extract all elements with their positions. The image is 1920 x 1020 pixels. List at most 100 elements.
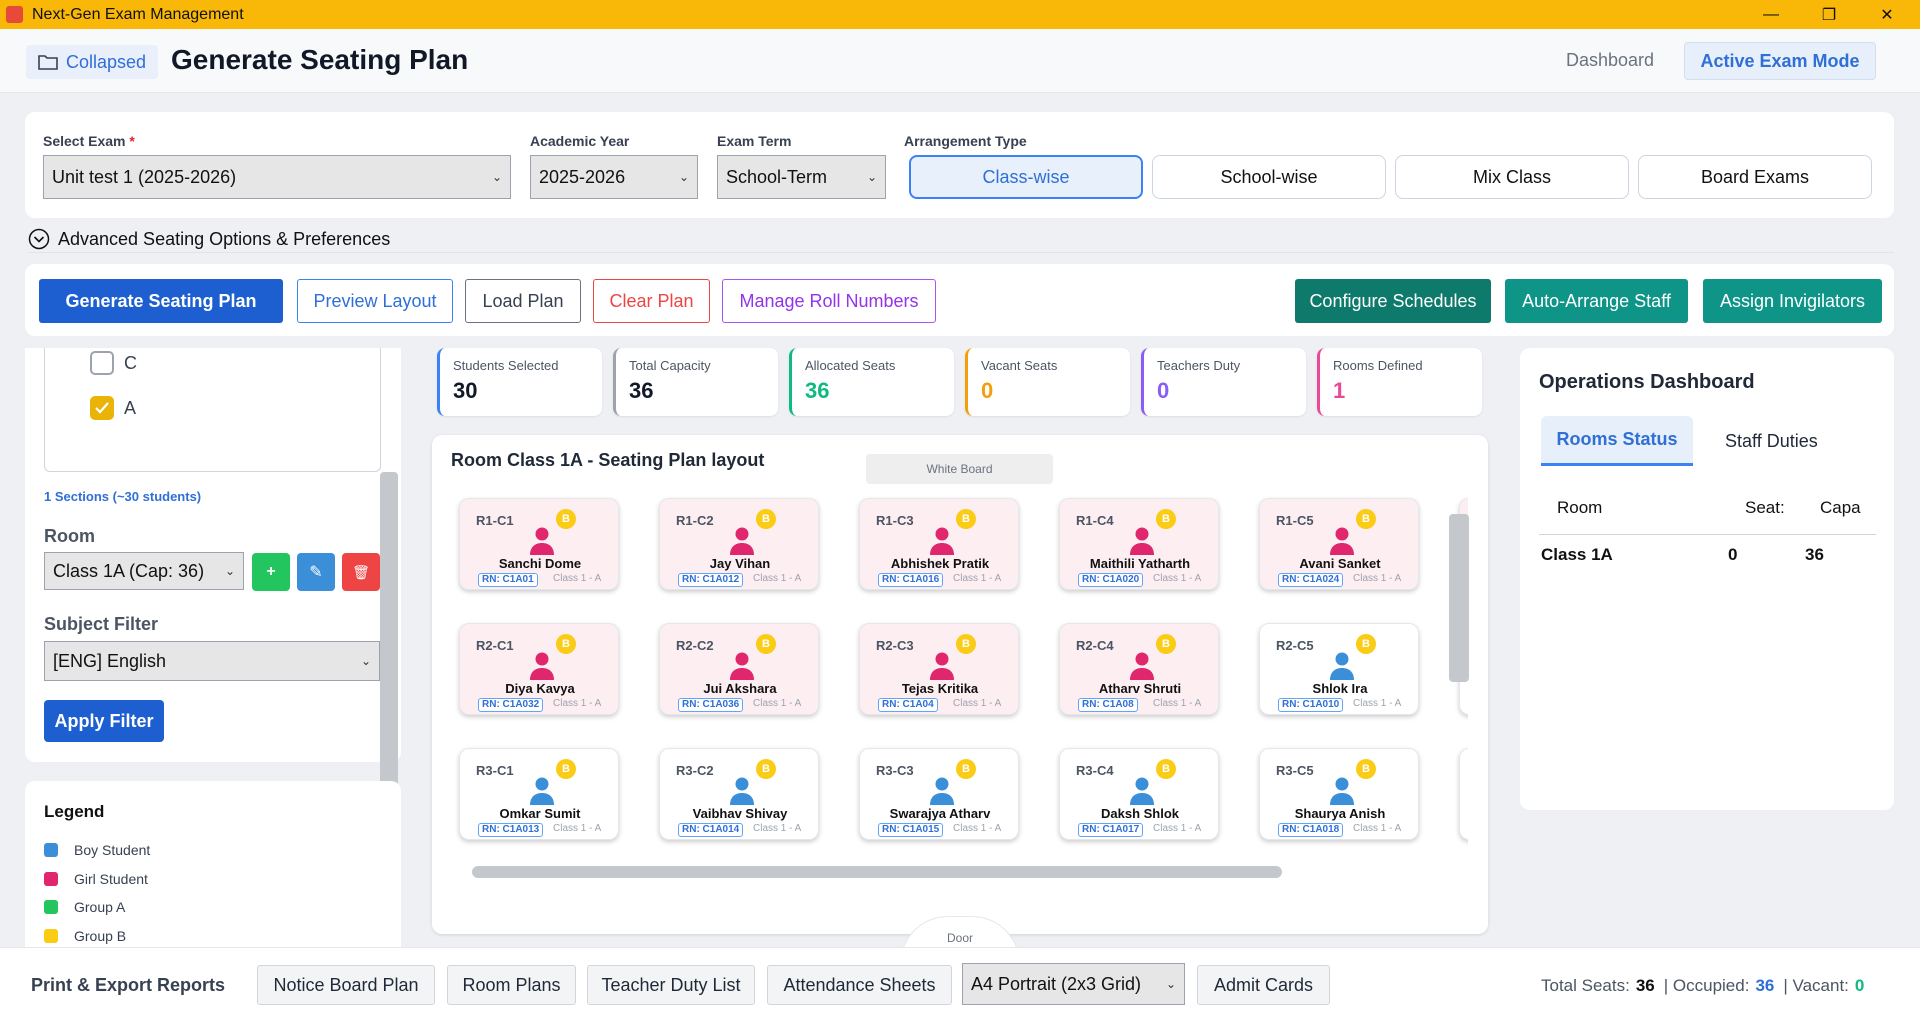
add-room-button[interactable]: + xyxy=(252,553,290,591)
girl-student-icon xyxy=(530,527,554,555)
arrangement-class-wise[interactable]: Class-wise xyxy=(909,155,1143,199)
load-plan-button[interactable]: Load Plan xyxy=(465,279,581,323)
seat-code: R1-C5 xyxy=(1276,513,1314,528)
seat-card[interactable]: R1-C5 B Avani Sanket RN: C1A024 Class 1 - A xyxy=(1259,498,1419,590)
occupied-label: | Occupied: xyxy=(1663,976,1750,995)
tab-staff-duties[interactable]: Staff Duties xyxy=(1725,431,1818,452)
close-button[interactable]: ✕ xyxy=(1858,0,1916,29)
legend-group-b: Group B xyxy=(44,928,244,944)
seat-card[interactable]: R2-C4 B Atharv Shruti RN: C1A08 Class 1 - A xyxy=(1059,623,1219,715)
student-name: Sanchi Dome xyxy=(498,556,582,571)
arrangement-school-wise[interactable]: School-wise xyxy=(1152,155,1386,199)
stat-title: Rooms Defined xyxy=(1333,358,1423,373)
student-name: Omkar Sumit xyxy=(499,806,581,821)
stat-value: 0 xyxy=(981,378,994,403)
room-plans-button[interactable]: Room Plans xyxy=(447,965,576,1005)
clear-plan-button[interactable]: Clear Plan xyxy=(593,279,710,323)
auto-arrange-staff-button[interactable]: Auto-Arrange Staff xyxy=(1505,279,1688,323)
legend-title: Legend xyxy=(44,802,105,821)
room-label: Room xyxy=(44,526,95,546)
seat-card[interactable]: R2-C3 B Tejas Kritika RN: C1A04 Class 1 - A xyxy=(859,623,1019,715)
seat-card[interactable]: R3-C2 B Vaibhav Shivay RN: C1A014 Class 1 - … xyxy=(659,748,819,840)
group-badge: B xyxy=(556,759,576,779)
page-title: Generate Seating Plan xyxy=(171,44,469,75)
group-badge: B xyxy=(756,759,776,779)
arrangement-board-exams[interactable]: Board Exams xyxy=(1638,155,1872,199)
stat-card: Students Selected 30 xyxy=(437,348,602,416)
vacant-label: | Vacant: xyxy=(1783,976,1849,995)
seat-card[interactable]: R1-C2 B Jay Vihan RN: C1A012 Class 1 - A xyxy=(659,498,819,590)
boy-student-icon xyxy=(530,777,554,805)
footer-title: Print & Export Reports xyxy=(31,975,226,995)
app-icon xyxy=(6,6,23,23)
group-badge: B xyxy=(756,509,776,529)
stat-title: Allocated Seats xyxy=(805,358,896,373)
exam-select[interactable]: Unit test 1 (2025-2026) ⌄ xyxy=(43,155,511,199)
seat-card[interactable]: R1-C4 B Maithili Yatharth RN: C1A020 Class 1… xyxy=(1059,498,1219,590)
minimize-button[interactable]: — xyxy=(1742,0,1800,29)
manage-roll-numbers-button[interactable]: Manage Roll Numbers xyxy=(722,279,936,323)
room-select[interactable]: Class 1A (Cap: 36) ⌄ xyxy=(44,552,244,590)
preview-layout-button[interactable]: Preview Layout xyxy=(297,279,453,323)
chevron-down-icon: ⌄ xyxy=(1165,977,1176,991)
section-a-checkbox[interactable] xyxy=(90,396,114,420)
group-badge: B xyxy=(956,509,976,529)
attendance-sheets-button[interactable]: Attendance Sheets xyxy=(767,965,952,1005)
nav-dashboard[interactable]: Dashboard xyxy=(1566,50,1654,71)
active-exam-mode-button[interactable]: Active Exam Mode xyxy=(1684,42,1876,80)
checkmark-icon xyxy=(95,402,109,414)
seat-card[interactable]: R3-C4 B Daksh Shlok RN: C1A017 Class 1 - A xyxy=(1059,748,1219,840)
student-class: Class 1 - A xyxy=(953,698,1002,709)
seat-card[interactable]: R2-C5 B Shlok Ira RN: C1A010 Class 1 - A xyxy=(1259,623,1419,715)
configure-schedules-button[interactable]: Configure Schedules xyxy=(1295,279,1491,323)
seat-code: R1-C3 xyxy=(876,513,914,528)
roll-number-badge: RN: C1A018 xyxy=(1278,823,1344,837)
student-name: Tejas Kritika xyxy=(901,681,979,696)
stat-value: 0 xyxy=(1157,378,1170,403)
paper-size-select[interactable]: A4 Portrait (2x3 Grid) ⌄ xyxy=(962,963,1185,1005)
section-c-label: C xyxy=(124,353,137,373)
girl-student-icon xyxy=(730,652,754,680)
tab-rooms-status[interactable]: Rooms Status xyxy=(1541,416,1693,466)
seat-card[interactable]: R3-C3 B Swarajya Atharv RN: C1A015 Class 1 -… xyxy=(859,748,1019,840)
section-c-checkbox[interactable] xyxy=(90,351,114,375)
seat-code: R2-C3 xyxy=(876,638,914,653)
legend-girl: Girl Student xyxy=(44,871,148,887)
roll-number-badge: RN: C1A04 xyxy=(878,698,938,712)
grid-horizontal-scrollbar[interactable] xyxy=(472,866,1282,878)
seat-card[interactable]: R3-C5 B Shaurya Anish RN: C1A018 Class 1 - A xyxy=(1259,748,1419,840)
seat-card[interactable]: R2-C1 B Diya Kavya RN: C1A032 Class 1 - A xyxy=(459,623,619,715)
group-badge: B xyxy=(1356,509,1376,529)
student-class: Class 1 - A xyxy=(1353,698,1402,709)
seat-card[interactable]: R1-C3 B Abhishek Pratik RN: C1A016 Class 1 -… xyxy=(859,498,1019,590)
group-badge: B xyxy=(556,509,576,529)
seat-card-partial[interactable] xyxy=(1459,748,1468,840)
assign-invigilators-button[interactable]: Assign Invigilators xyxy=(1703,279,1882,323)
admit-cards-button[interactable]: Admit Cards xyxy=(1197,965,1330,1005)
seat-code: R2-C1 xyxy=(476,638,514,653)
delete-room-button[interactable]: 🗑 xyxy=(342,553,380,591)
seat-card[interactable]: R2-C2 B Jui Akshara RN: C1A036 Class 1 - A xyxy=(659,623,819,715)
generate-seating-plan-button[interactable]: Generate Seating Plan xyxy=(39,279,283,323)
row-seats: 0 xyxy=(1728,545,1738,564)
seat-card[interactable]: R1-C1 B Sanchi Dome RN: C1A01 Class 1 - A xyxy=(459,498,619,590)
year-select[interactable]: 2025-2026 ⌄ xyxy=(530,155,698,199)
teacher-duty-list-button[interactable]: Teacher Duty List xyxy=(587,965,755,1005)
stat-title: Vacant Seats xyxy=(981,358,1058,373)
collapse-toggle-button[interactable]: Collapsed xyxy=(26,45,159,79)
restore-button[interactable]: ❐ xyxy=(1800,0,1858,29)
student-class: Class 1 - A xyxy=(1353,823,1402,834)
student-name: Shaurya Anish xyxy=(1294,806,1386,821)
grid-vertical-scrollbar[interactable] xyxy=(1449,514,1469,682)
edit-room-button[interactable]: ✎ xyxy=(297,553,335,591)
subject-select[interactable]: [ENG] English ⌄ xyxy=(44,641,380,681)
table-divider xyxy=(1539,534,1876,535)
group-badge: B xyxy=(1356,634,1376,654)
apply-filter-button[interactable]: Apply Filter xyxy=(44,700,164,742)
term-select[interactable]: School-Term ⌄ xyxy=(717,155,886,199)
chevron-down-icon: ⌄ xyxy=(491,170,502,184)
notice-board-plan-button[interactable]: Notice Board Plan xyxy=(257,965,435,1005)
seat-card[interactable]: R3-C1 B Omkar Sumit RN: C1A013 Class 1 - A xyxy=(459,748,619,840)
arrangement-mix-class[interactable]: Mix Class xyxy=(1395,155,1629,199)
advanced-options-toggle[interactable]: Advanced Seating Options & Preferences xyxy=(28,228,390,250)
